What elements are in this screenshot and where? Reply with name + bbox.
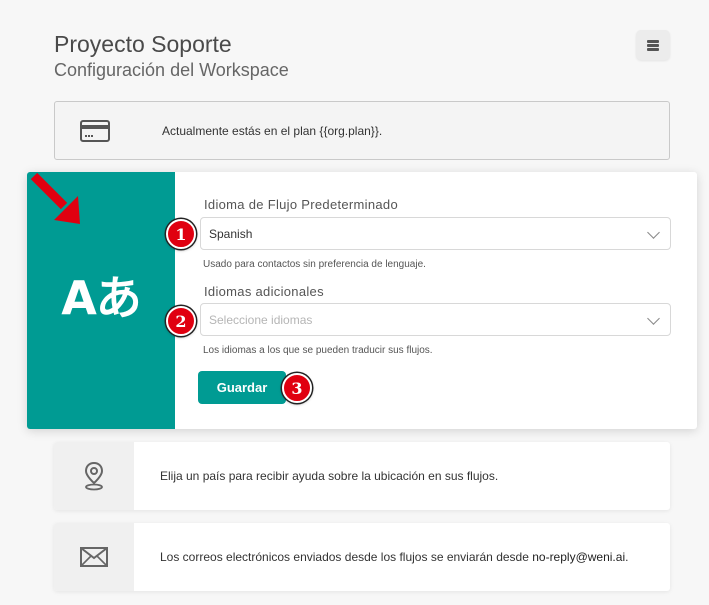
additional-languages-help: Los idiomas a los que se pueden traducir… [203,345,433,356]
credit-card-icon [55,119,135,142]
default-language-select[interactable]: Spanish [200,217,671,250]
annotation-badge-2: 2 [166,306,196,336]
page-title: Proyecto Soporte [54,31,232,57]
location-card[interactable]: Elija un país para recibir ayuda sobre l… [54,442,670,510]
chevron-down-icon [647,312,660,325]
email-text: Los correos electrónicos enviados desde … [160,550,628,564]
page-header: Proyecto Soporte Configuración del Works… [54,30,289,82]
email-text-prefix: Los correos electrónicos enviados desde … [160,550,533,564]
default-language-help: Usado para contactos sin preferencia de … [203,259,426,270]
additional-languages-placeholder: Seleccione idiomas [209,312,313,327]
chevron-down-icon [647,226,660,239]
annotation-badge-3: 3 [282,373,312,403]
email-card[interactable]: Los correos electrónicos enviados desde … [54,523,670,591]
additional-languages-select[interactable]: Seleccione idiomas [200,303,671,336]
email-address: no-reply@weni.ai [532,550,626,564]
location-icon-cell [54,442,134,510]
additional-languages-label: Idiomas adicionales [204,284,324,299]
page-subtitle: Configuración del Workspace [54,60,289,80]
location-pin-icon [84,461,104,491]
default-language-label: Idioma de Flujo Predeterminado [204,197,398,212]
email-text-suffix: . [625,550,629,564]
email-icon-cell [54,523,134,591]
location-text: Elija un país para recibir ayuda sobre l… [160,469,499,483]
default-language-value: Spanish [209,226,253,241]
plan-text: Actualmente estás en el plan {{org.plan}… [162,123,383,138]
translate-icon: Aあ [61,270,142,325]
envelope-icon [80,547,108,567]
menu-button[interactable] [636,30,670,60]
hamburger-menu-icon [647,39,659,51]
save-button[interactable]: Guardar [198,371,286,404]
annotation-arrow-icon [30,172,80,224]
plan-card[interactable]: Actualmente estás en el plan {{org.plan}… [54,101,670,160]
annotation-badge-1: 1 [166,219,196,249]
